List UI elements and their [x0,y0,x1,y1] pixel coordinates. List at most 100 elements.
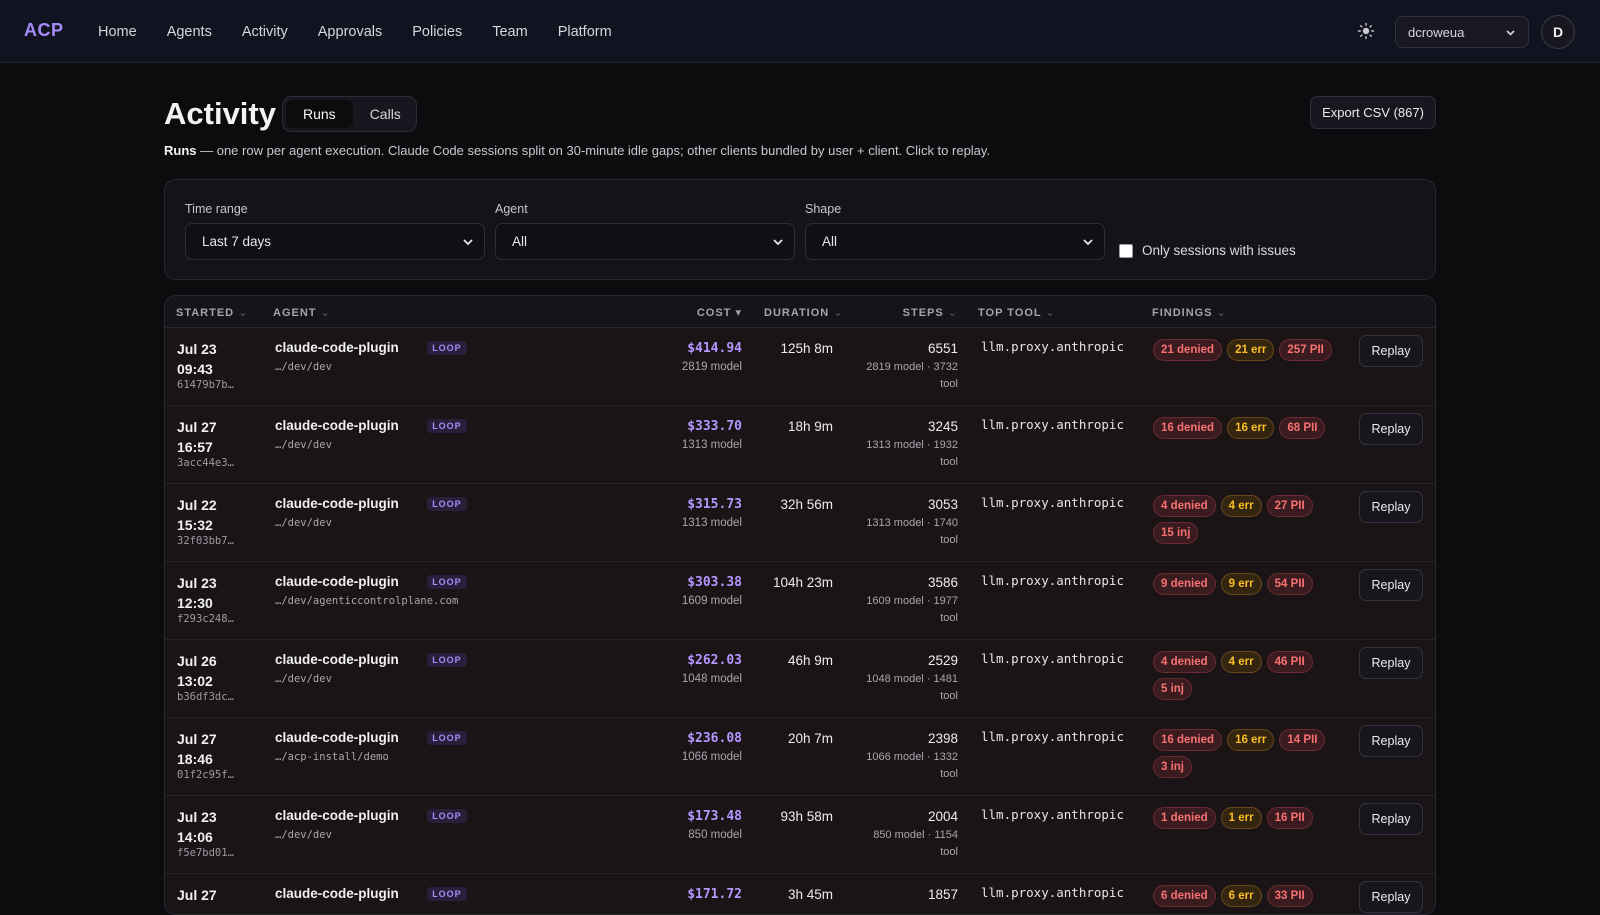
row-agent-name: claude-code-plugin [275,808,399,823]
finding-badge: 4 err [1220,495,1262,517]
col-steps[interactable]: STEPS ⌄ [903,306,958,319]
row-started: Jul 23 12:30 [177,573,217,613]
row-findings: 16 denied 16 err 14 PII 3 inj [1153,729,1339,778]
replay-button[interactable]: Replay [1359,569,1423,601]
loop-badge: LOOP [427,575,467,589]
table-row[interactable]: Jul 22 15:32 32f03bb7… claude-code-plugin… [165,483,1435,562]
replay-button[interactable]: Replay [1359,881,1423,913]
nav-agents[interactable]: Agents [167,24,212,40]
col-started[interactable]: STARTED ⌄ [176,306,248,319]
sort-icon: ⌄ [833,307,844,319]
col-agent[interactable]: AGENT ⌄ [273,306,331,319]
row-started: Jul 23 09:43 [177,339,217,379]
sort-icon: ⌄ [947,307,958,319]
row-steps-line2: tool [940,768,958,780]
row-started: Jul 22 15:32 [177,495,217,535]
finding-badge: 14 PII [1279,729,1326,751]
row-started: Jul 23 14:06 [177,807,217,847]
table-row[interactable]: Jul 27 18:46 01f2c95f… claude-code-plugin… [165,717,1435,796]
shape-filter-value: All [822,234,838,249]
brand-logo[interactable]: ACP [24,20,64,41]
row-duration: 93h 58m [780,809,833,824]
avatar[interactable]: D [1541,15,1575,49]
finding-badge: 68 PII [1279,417,1326,439]
replay-button[interactable]: Replay [1359,413,1423,445]
row-run-id: 61479b7b… [177,379,234,391]
nav-home[interactable]: Home [98,24,137,40]
row-duration: 18h 9m [787,419,833,434]
export-csv-button[interactable]: Export CSV (867) [1310,96,1436,129]
row-agent-path: …/dev/dev [275,673,332,685]
row-started: Jul 27 16:57 [177,417,217,457]
table-row[interactable]: Jul 23 09:43 61479b7b… claude-code-plugin… [165,327,1435,406]
sun-icon[interactable] [1357,22,1375,40]
nav-approvals[interactable]: Approvals [318,24,382,40]
row-agent-name: claude-code-plugin [275,574,399,589]
row-steps-line2: tool [940,534,958,546]
shape-filter-select[interactable]: All [805,223,1105,260]
table-row[interactable]: Jul 27 16:57 3acc44e3… claude-code-plugin… [165,405,1435,484]
nav-platform[interactable]: Platform [558,24,612,40]
tab-calls[interactable]: Calls [353,100,418,128]
nav-activity[interactable]: Activity [242,24,288,40]
agent-filter-select[interactable]: All [495,223,795,260]
row-run-id: 3acc44e3… [177,457,234,469]
col-cost-label: COST [696,307,732,319]
time-range-value: Last 7 days [202,234,272,249]
table-row[interactable]: Jul 23 12:30 f293c248… claude-code-plugin… [165,561,1435,640]
replay-button[interactable]: Replay [1359,335,1423,367]
row-findings: 1 denied 1 err 16 PII [1153,807,1339,829]
row-cost-model: 850 model [688,829,742,841]
table-row[interactable]: Jul 23 14:06 f5e7bd01… claude-code-plugin… [165,795,1435,874]
chevron-down-icon [463,238,473,245]
row-steps: 2004 [927,809,958,824]
row-findings: 9 denied 9 err 54 PII [1153,573,1339,595]
row-steps: 2529 [927,653,958,668]
page-description: Runs — one row per agent execution. Clau… [164,143,990,158]
row-agent-path: …/dev/dev [275,517,332,529]
replay-button[interactable]: Replay [1359,647,1423,679]
replay-button[interactable]: Replay [1359,725,1423,757]
chevron-down-icon [773,238,783,245]
loop-badge: LOOP [427,341,467,355]
row-cost: $236.08 [687,731,742,746]
row-agent-path: …/dev/dev [275,439,332,451]
sort-icon: ⌄ [1216,307,1227,319]
nav-team[interactable]: Team [492,24,527,40]
replay-button[interactable]: Replay [1359,803,1423,835]
tab-runs[interactable]: Runs [286,100,353,128]
sort-icon: ⌄ [1045,307,1056,319]
issues-only-label[interactable]: Only sessions with issues [1142,243,1296,258]
shape-filter-label: Shape [805,202,842,216]
main-nav: Home Agents Activity Approvals Policies … [98,0,612,63]
col-agent-label: AGENT [273,307,317,319]
row-agent-name: claude-code-plugin [275,496,399,511]
replay-button[interactable]: Replay [1359,491,1423,523]
col-findings[interactable]: FINDINGS ⌄ [1152,306,1227,319]
row-date: Jul 23 [177,809,217,825]
row-cost: $333.70 [687,419,742,434]
row-agent-name: claude-code-plugin [275,730,399,745]
table-header: STARTED ⌄ AGENT ⌄ COST ▾ DURATION ⌄ STEP… [165,296,1435,328]
finding-badge: 9 err [1220,573,1262,595]
col-cost[interactable]: COST ▾ [697,306,742,319]
org-select[interactable]: dcroweua [1395,16,1529,48]
row-date: Jul 27 [177,887,217,903]
table-row[interactable]: Jul 27 claude-code-plugin LOOP $171.72 3… [165,873,1435,914]
time-range-select[interactable]: Last 7 days [185,223,485,260]
row-steps-line2: tool [940,690,958,702]
row-date: Jul 22 [177,497,217,513]
row-cost: $315.73 [687,497,742,512]
top-nav: ACP Home Agents Activity Approvals Polic… [0,0,1600,63]
loop-badge: LOOP [427,497,467,511]
col-top-tool[interactable]: TOP TOOL ⌄ [978,306,1056,319]
row-findings: 4 denied 4 err 46 PII 5 inj [1153,651,1339,700]
nav-policies[interactable]: Policies [412,24,462,40]
row-steps-breakdown: 1609 model · 1977 tool [838,593,958,627]
row-steps-line1: 1609 model · 1977 [866,595,958,607]
col-duration[interactable]: DURATION ⌄ [764,306,844,319]
loop-badge: LOOP [427,419,467,433]
issues-only-checkbox[interactable] [1119,244,1133,258]
row-cost-model: 1048 model [681,673,742,685]
table-row[interactable]: Jul 26 13:02 b36df3dc… claude-code-plugin… [165,639,1435,718]
